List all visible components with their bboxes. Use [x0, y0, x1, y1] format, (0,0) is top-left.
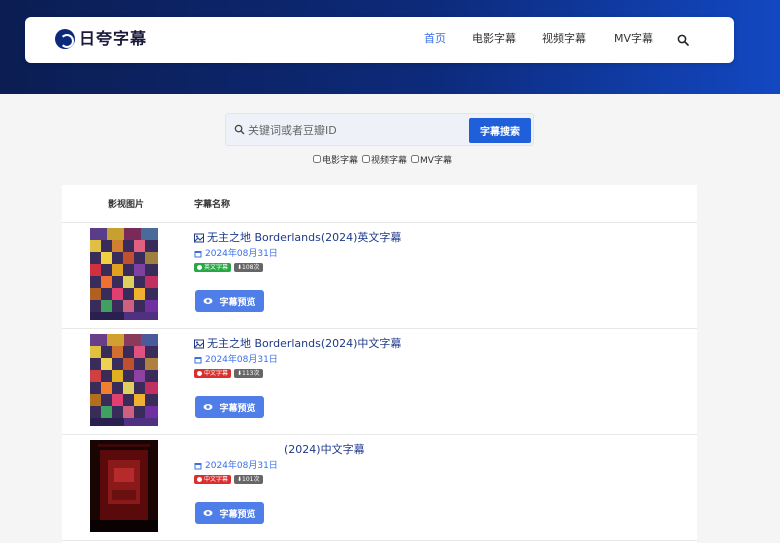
nav-home[interactable]: 首页	[424, 32, 446, 46]
filter-mv[interactable]: MV字幕	[411, 153, 452, 166]
subtitle-title[interactable]: 无主之地 Borderlands(2024)英文字幕	[194, 231, 401, 245]
preview-button[interactable]: 字幕预览	[195, 396, 264, 418]
subtitle-title[interactable]: 无主之地 Borderlands(2024)中文字幕	[194, 337, 401, 351]
calendar-icon	[194, 463, 202, 470]
search-box: 字幕搜索	[225, 113, 534, 146]
language-badge: 中文字幕	[194, 475, 232, 484]
image-icon	[194, 233, 204, 243]
nav-video-subtitles[interactable]: 视频字幕	[542, 32, 586, 46]
badges: 中文字幕 ⬇ 101次	[194, 475, 266, 484]
logo-icon	[55, 29, 75, 49]
filter-movie-checkbox[interactable]	[313, 155, 321, 163]
table-row: (2024)中文字幕 2024年08月31日 中文字幕 ⬇ 101次 字幕预览	[62, 435, 697, 541]
upload-date: 2024年08月31日	[194, 460, 278, 472]
language-badge: 中文字幕	[194, 369, 232, 378]
language-badge: 英文字幕	[194, 263, 232, 272]
nav-mv-subtitles[interactable]: MV字幕	[614, 32, 653, 46]
preview-button[interactable]: 字幕预览	[195, 502, 264, 524]
download-count-badge: ⬇ 101次	[234, 475, 263, 484]
language-icon	[197, 477, 202, 482]
calendar-icon	[194, 357, 202, 364]
badges: 英文字幕 ⬇ 108次	[194, 263, 266, 272]
filter-mv-checkbox[interactable]	[411, 155, 420, 163]
search-input[interactable]	[248, 119, 464, 141]
table-row: 无主之地 Borderlands(2024)英文字幕 2024年08月31日 英…	[62, 223, 697, 329]
navbar: 日夸字幕 首页 电影字幕 视频字幕 MV字幕	[25, 17, 734, 63]
logo-text: 日夸字幕	[79, 29, 148, 48]
filter-video-checkbox[interactable]	[362, 155, 371, 163]
language-icon	[197, 265, 202, 270]
header-poster: 影视图片	[108, 200, 145, 210]
poster-image[interactable]	[90, 228, 158, 320]
language-icon	[197, 371, 202, 376]
poster-art-icon	[90, 334, 158, 426]
eye-icon	[203, 404, 213, 410]
upload-date: 2024年08月31日	[194, 248, 278, 260]
calendar-icon	[194, 251, 202, 258]
badges: 中文字幕 ⬇ 113次	[194, 369, 266, 378]
site-logo[interactable]: 日夸字幕	[55, 29, 147, 49]
search-icon[interactable]	[677, 34, 689, 46]
subtitle-table: 影视图片 字幕名称 无主之地 Borderlands(2024)英文字幕 202…	[62, 185, 697, 543]
search-icon	[234, 124, 245, 135]
preview-button[interactable]: 字幕预览	[195, 290, 264, 312]
eye-icon	[203, 298, 213, 304]
download-count-badge: ⬇ 108次	[234, 263, 263, 272]
poster-art-icon	[90, 440, 158, 532]
poster-image[interactable]	[90, 334, 158, 426]
filter-video[interactable]: 视频字幕	[362, 153, 407, 166]
header-title: 字幕名称	[194, 200, 231, 210]
poster-image[interactable]	[90, 440, 158, 532]
search-button[interactable]: 字幕搜索	[469, 118, 531, 143]
filter-movie[interactable]: 电影字幕	[313, 153, 358, 166]
table-row: 无主之地 Borderlands(2024)中文字幕 2024年08月31日 中…	[62, 329, 697, 435]
upload-date: 2024年08月31日	[194, 354, 278, 366]
subtitle-title[interactable]: (2024)中文字幕	[194, 443, 365, 457]
download-count-badge: ⬇ 113次	[234, 369, 263, 378]
category-filters: 电影字幕 视频字幕 MV字幕	[313, 153, 456, 166]
image-icon	[194, 339, 204, 349]
poster-art-icon	[90, 228, 158, 320]
nav-movie-subtitles[interactable]: 电影字幕	[472, 32, 516, 46]
eye-icon	[203, 510, 213, 516]
